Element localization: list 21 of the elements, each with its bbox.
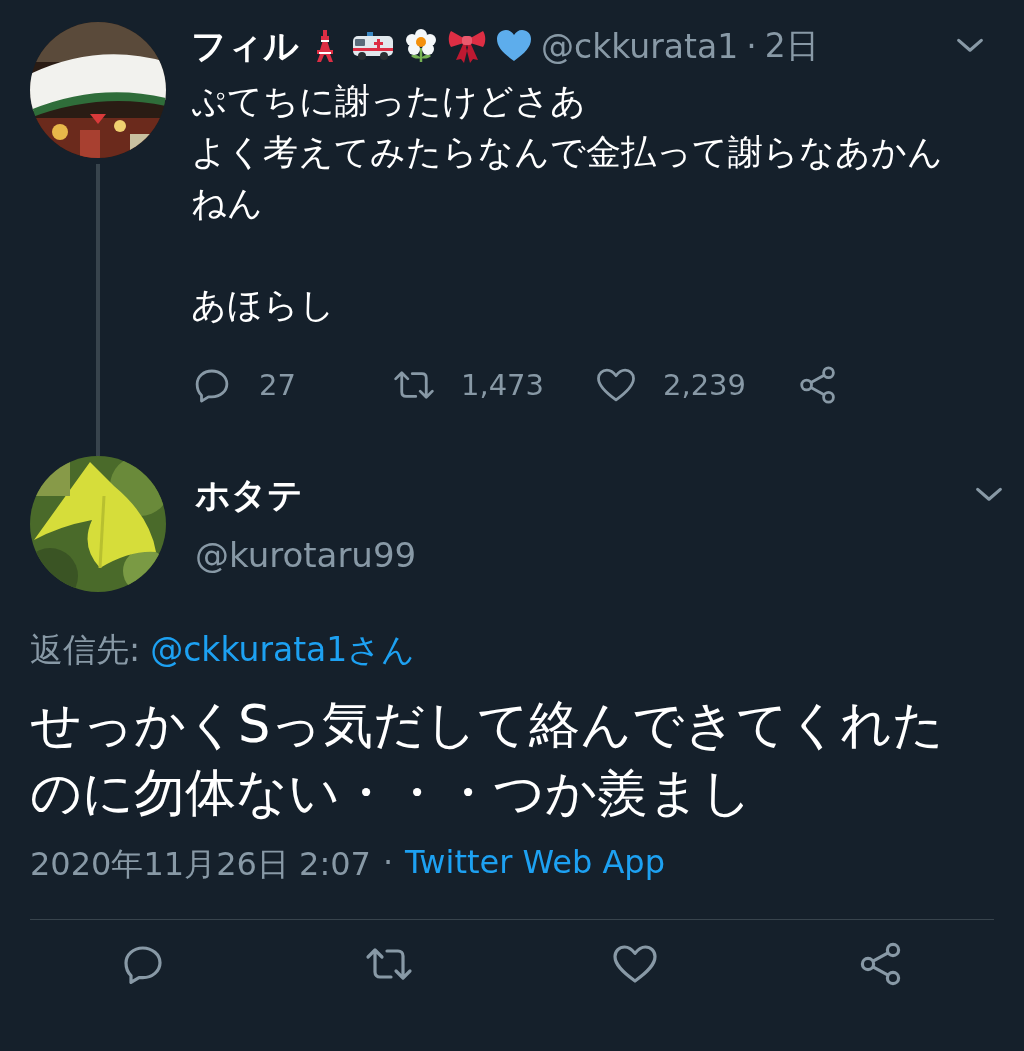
timestamp: 2020年11月26日 2:07 (30, 844, 371, 885)
user-handle: @ckkurata1 (541, 26, 739, 66)
tweet-text-line: よく考えてみたらなんで金払って謝らなあかんねん (191, 131, 944, 225)
separator: · (382, 843, 394, 883)
retweet-count: 1,473 (461, 368, 545, 402)
bow-icon (447, 28, 487, 64)
separator: · (746, 26, 757, 66)
tweet-text-line: ぷてちに謝ったけどさあ (191, 80, 587, 123)
heart-icon (495, 28, 533, 64)
user-handle: @kurotaru99 (195, 535, 418, 575)
user-name: フィル (191, 24, 299, 68)
reply-to-label: 返信先: (30, 629, 141, 671)
tweet-text-line: あほらし (191, 284, 336, 327)
reply-count: 27 (259, 368, 296, 402)
reply-to-link[interactable]: @ckkurata1さん (150, 628, 416, 673)
source-link[interactable]: Twitter Web App (405, 843, 665, 887)
like-count: 2,239 (663, 368, 747, 402)
flower-icon (403, 28, 439, 64)
user-name: ホタテ (195, 474, 304, 517)
post-time: 2日 (764, 24, 819, 67)
tweet-text: せっかくSっ気だして絡んできてくれたのに勿体ない・・・つか羨まし (30, 694, 945, 824)
